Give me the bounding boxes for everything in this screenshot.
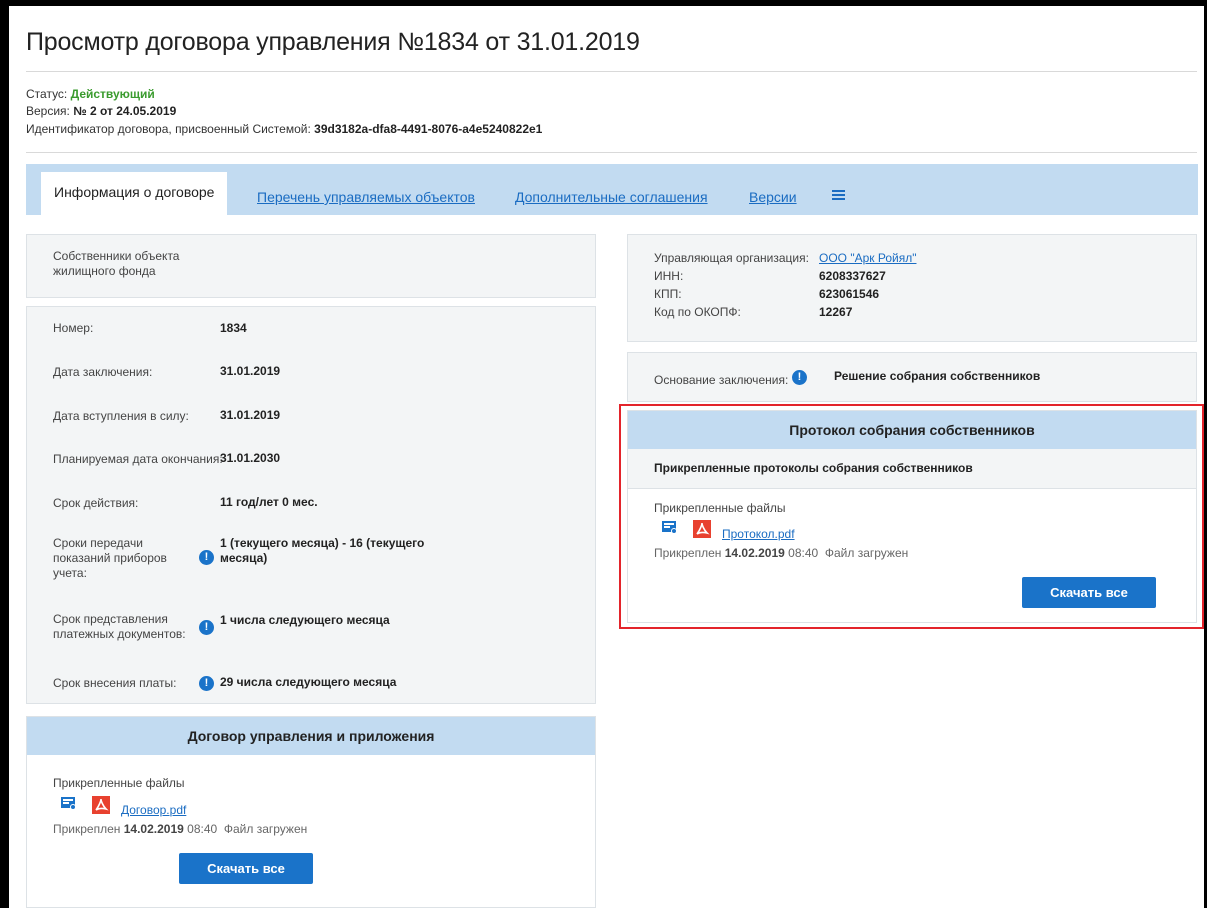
owners-panel: Собственники объекта жилищного фонда: [26, 234, 596, 298]
contract-attachments-title: Договор управления и приложения: [27, 717, 595, 755]
divider: [26, 71, 1197, 72]
meter-readings-value: 1 (текущего месяца) - 16 (текущего месяц…: [220, 536, 425, 565]
meter-readings-label: Сроки передачи показаний приборов учета:: [53, 536, 167, 580]
planned-end-date-value: 31.01.2030: [220, 451, 281, 465]
contract-id-label: Идентификатор договора, присвоенный Сист…: [26, 122, 311, 136]
tab-bar: Информация о договоре Перечень управляем…: [26, 164, 1198, 215]
inn-label: ИНН:: [654, 269, 684, 283]
okopf-label: Код по ОКОПФ:: [654, 305, 741, 319]
attached-time: 08:40: [788, 546, 819, 560]
payment-deadline-label: Срок внесения платы:: [53, 676, 177, 690]
file-status: Файл загружен: [824, 546, 909, 560]
contract-details-panel: Номер: 1834 Дата заключения: 31.01.2019 …: [26, 306, 596, 704]
status-label: Статус:: [26, 87, 68, 101]
info-icon[interactable]: !: [199, 550, 214, 565]
basis-panel: Основание заключения: ! Решение собрания…: [627, 352, 1197, 402]
payment-docs-value: 1 числа следующего месяца: [220, 613, 390, 627]
list-icon[interactable]: [832, 190, 845, 202]
download-all-button[interactable]: Скачать все: [179, 853, 313, 884]
attached-prefix: Прикреплен: [53, 822, 121, 836]
tab-managed-objects[interactable]: Перечень управляемых объектов: [257, 189, 475, 205]
attached-files-label: Прикрепленные файлы: [53, 776, 185, 790]
screen-frame-left: [0, 0, 9, 908]
effective-date-value: 31.01.2019: [220, 408, 281, 422]
attached-date: 14.02.2019: [724, 546, 785, 560]
screen-frame-top: [0, 0, 1207, 6]
file-status: Файл загружен: [223, 822, 308, 836]
status-line: Статус: Действующий: [26, 87, 155, 101]
protocol-card-title: Протокол собрания собственников: [628, 411, 1196, 449]
protocol-card-subtitle: Прикрепленные протоколы собрания собстве…: [628, 449, 1196, 489]
payment-deadline-value: 29 числа следующего месяца: [220, 675, 397, 689]
tab-contract-info[interactable]: Информация о договоре: [41, 172, 228, 215]
attached-files-label: Прикрепленные файлы: [654, 501, 786, 515]
attached-time: 08:40: [187, 822, 218, 836]
basis-value: Решение собрания собственников: [834, 369, 1041, 383]
contract-file-link[interactable]: Договор.pdf: [121, 803, 186, 817]
tab-versions[interactable]: Версии: [749, 189, 797, 205]
payment-docs-label: Срок представления платежных документов:: [53, 612, 186, 641]
protocol-file-link[interactable]: Протокол.pdf: [722, 527, 795, 541]
attached-date: 14.02.2019: [123, 822, 184, 836]
contract-attachments-card: Договор управления и приложения Прикрепл…: [26, 716, 596, 908]
planned-end-date-label: Планируемая дата окончания:: [53, 452, 223, 466]
divider: [26, 152, 1197, 153]
version-line: Версия: № 2 от 24.05.2019: [26, 104, 176, 118]
attachment-info: Прикреплен 14.02.2019 08:40 Файл загруже…: [654, 546, 908, 561]
download-all-button[interactable]: Скачать все: [1022, 577, 1156, 608]
pdf-icon[interactable]: [92, 796, 110, 814]
kpp-label: КПП:: [654, 287, 682, 301]
number-label: Номер:: [53, 321, 94, 335]
effective-date-label: Дата вступления в силу:: [53, 409, 189, 423]
version-label: Версия:: [26, 104, 70, 118]
org-link[interactable]: ООО "Арк Ройял": [819, 251, 916, 265]
kpp-value: 623061546: [819, 287, 880, 301]
conclusion-date-value: 31.01.2019: [220, 364, 281, 378]
validity-period-value: 11 год/лет 0 мес.: [220, 495, 318, 509]
signature-icon[interactable]: [61, 797, 77, 811]
info-icon[interactable]: !: [199, 620, 214, 635]
org-panel: Управляющая организация: ООО "Арк Ройял"…: [627, 234, 1197, 342]
okopf-value: 12267: [819, 305, 853, 319]
org-label: Управляющая организация:: [654, 251, 809, 265]
inn-value: 6208337627: [819, 269, 886, 283]
basis-label: Основание заключения:: [654, 373, 789, 387]
contract-id-value: 39d3182a-dfa8-4491-8076-a4e5240822e1: [314, 122, 543, 136]
signature-icon[interactable]: [662, 521, 678, 535]
version-value: № 2 от 24.05.2019: [73, 104, 177, 118]
attachment-info: Прикреплен 14.02.2019 08:40 Файл загруже…: [53, 822, 307, 837]
page-title: Просмотр договора управления №1834 от 31…: [26, 28, 640, 56]
tab-additional-agreements[interactable]: Дополнительные соглашения: [515, 189, 708, 205]
validity-period-label: Срок действия:: [53, 496, 139, 510]
number-value: 1834: [220, 321, 247, 335]
attached-prefix: Прикреплен: [654, 546, 722, 560]
pdf-icon[interactable]: [693, 520, 711, 538]
contract-id-line: Идентификатор договора, присвоенный Сист…: [26, 122, 542, 136]
owners-label: Собственники объекта жилищного фонда: [53, 249, 180, 278]
conclusion-date-label: Дата заключения:: [53, 365, 153, 379]
protocol-card: Протокол собрания собственников Прикрепл…: [627, 410, 1197, 623]
info-icon[interactable]: !: [199, 676, 214, 691]
status-value: Действующий: [70, 87, 155, 101]
info-icon[interactable]: !: [792, 370, 807, 385]
